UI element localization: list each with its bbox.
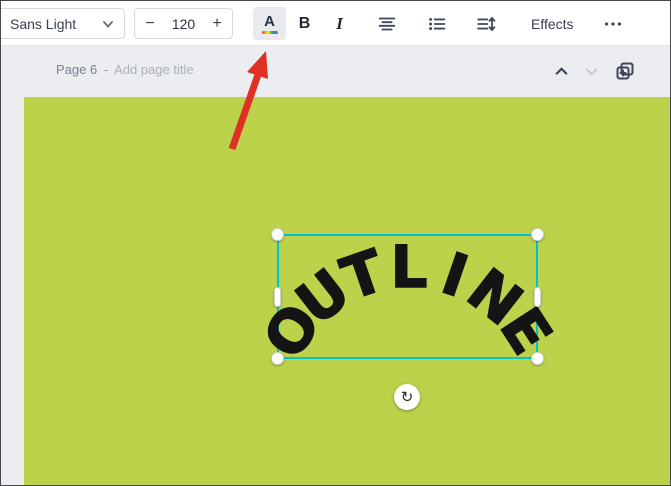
duplicate-page-icon [616,62,634,80]
text-toolbar: Sans Light − 120 + A B I Effects [1,1,670,46]
resize-handle-left[interactable] [274,286,281,307]
rotate-icon: ↻ [400,389,414,406]
font-size-decrease-button[interactable]: − [135,9,165,38]
chevron-down-icon [585,67,597,76]
font-size-value[interactable]: 120 [165,9,202,38]
chevron-down-icon [103,20,113,28]
resize-handle-bottom-left[interactable] [271,352,284,365]
selection-box[interactable]: OUTLINE [249,228,567,371]
rainbow-underline-icon [261,30,278,34]
line-spacing-button[interactable] [467,7,505,40]
page-title: Page 6 - Add page title [56,62,194,77]
ellipsis-icon [604,21,622,26]
duplicate-page-button[interactable] [613,59,637,83]
align-center-button[interactable] [369,7,405,40]
text-color-button[interactable]: A [253,7,286,40]
font-family-select[interactable]: Sans Light [1,8,125,39]
font-family-value: Sans Light [10,15,77,32]
move-page-up-button[interactable] [549,59,573,83]
effects-button[interactable]: Effects [517,7,588,40]
bullet-list-icon [429,17,446,30]
app-window: Sans Light − 120 + A B I Effects Page 6 … [0,0,671,486]
bullet-list-button[interactable] [419,7,455,40]
page-number-label: Page 6 [56,62,98,77]
font-size-increase-button[interactable]: + [202,9,232,38]
page-header: Page 6 - Add page title [1,46,670,97]
resize-handle-right[interactable] [534,286,541,307]
text-color-label: A [264,12,275,30]
rotate-handle[interactable]: ↻ [394,384,420,410]
more-options-button[interactable] [596,7,630,40]
font-size-control: − 120 + [134,8,233,39]
page-title-separator: - [103,62,109,77]
line-spacing-icon [477,16,496,31]
curved-text[interactable]: OUTLINE [249,235,567,370]
align-center-icon [378,17,396,30]
resize-handle-top-left[interactable] [271,228,284,241]
chevron-up-icon [555,66,567,75]
resize-handle-top-right[interactable] [531,228,544,241]
resize-handle-bottom-right[interactable] [531,352,544,365]
page-title-placeholder[interactable]: Add page title [114,62,194,77]
move-page-down-button[interactable] [579,59,603,83]
italic-button[interactable]: I [323,7,356,40]
bold-button[interactable]: B [288,7,321,40]
